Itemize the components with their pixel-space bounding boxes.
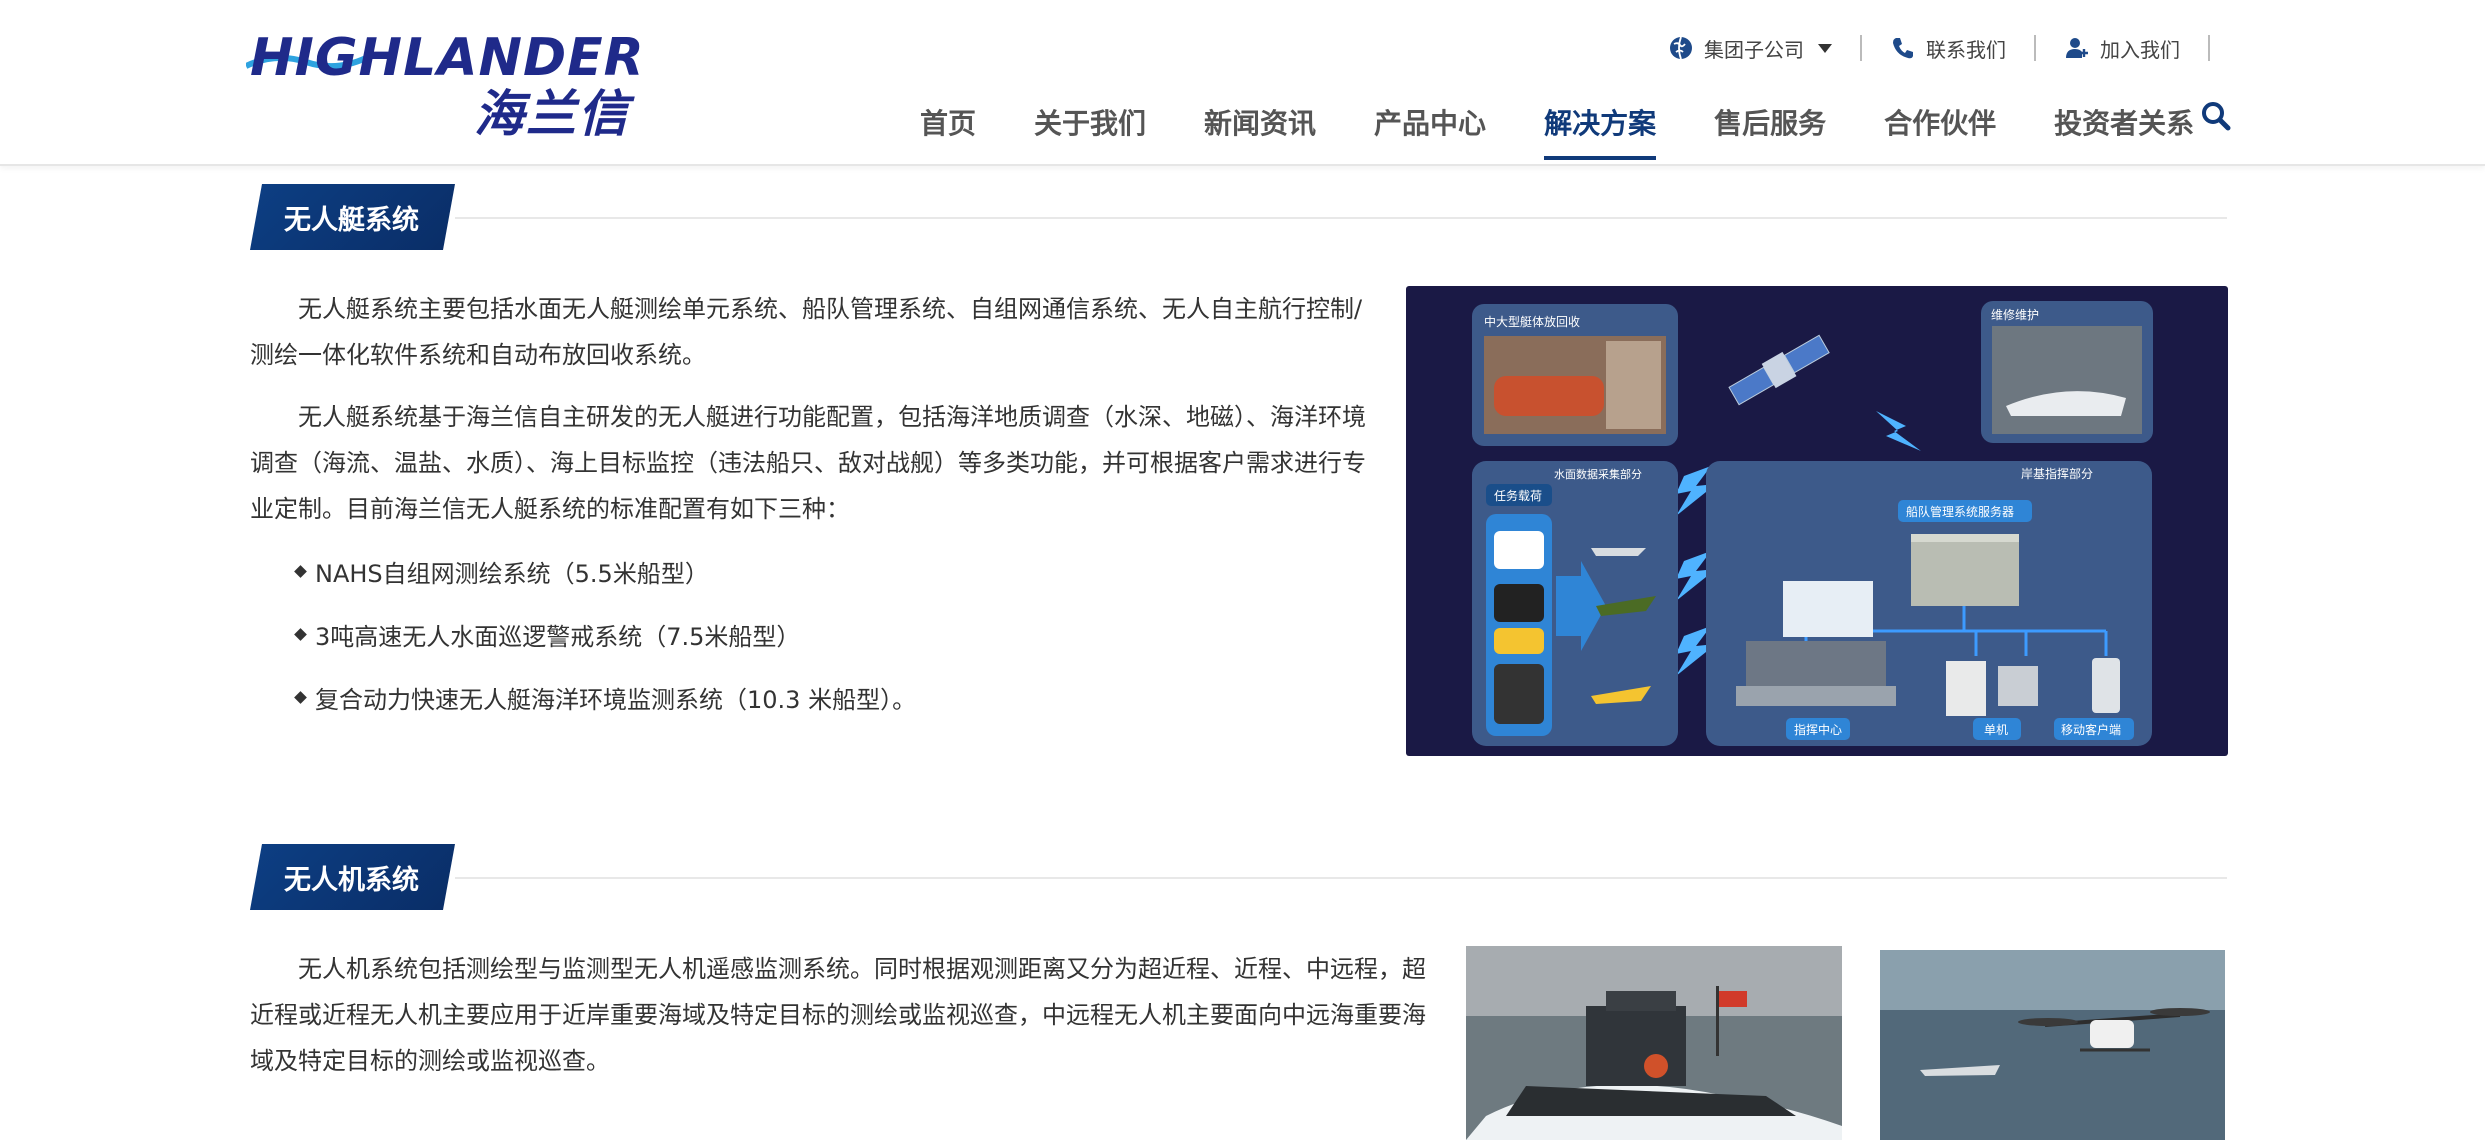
diagram-graphic: 中大型艇体放回收 维修维护 水面数据采集部分 任务载荷 岸基指挥部分 船队管理系… (1472, 301, 2153, 746)
nav-item-partners[interactable]: 合作伙伴 (1884, 104, 1996, 160)
group-subsidiary-menu[interactable]: 集团子公司 (1640, 34, 1860, 63)
uav-photo (1880, 950, 2225, 1140)
site-header: HIGHLANDER 海兰信 集团子公司 联系我们 加入我们 首页 关于我们 新… (0, 0, 2485, 166)
satellite-icon (1728, 334, 1830, 406)
join-us-label: 加入我们 (2100, 37, 2180, 62)
section-title: 无人机系统 (284, 865, 419, 896)
text-line: 无人艇系统主要包括水面无人艇测绘单元系统、船队管理系统、自组网通信系统、无人自主… (298, 295, 1363, 323)
list-item: 复合动力快速无人艇海洋环境监测系统（10.3 米船型）。 (294, 680, 917, 715)
list-item: 3吨高速无人水面巡逻警戒系统（7.5米船型） (294, 617, 801, 652)
text-line: 调查（海流、温盐、水质）、海上目标监控（违法船只、敌对战舰）等多类功能，并可根据… (250, 449, 1366, 477)
section-tab: 无人艇系统 (250, 184, 455, 250)
list-item-text: 复合动力快速无人艇海洋环境监测系统（10.3 米船型）。 (315, 686, 917, 714)
section-divider (455, 877, 2227, 879)
group-subsidiary-label: 集团子公司 (1704, 37, 1804, 62)
diagram-label-maintenance: 维修维护 (1991, 307, 2039, 322)
contact-us-link[interactable]: 联系我们 (1862, 34, 2034, 63)
main-nav: 首页 关于我们 新闻资讯 产品中心 解决方案 售后服务 合作伙伴 投资者关系 (920, 104, 2252, 160)
text-line: 业定制。目前海兰信无人艇系统的标准配置有如下三种： (250, 495, 850, 523)
top-utility-bar: 集团子公司 联系我们 加入我们 (1640, 30, 2210, 66)
section-divider (455, 217, 2227, 219)
nav-item-service[interactable]: 售后服务 (1714, 104, 1826, 160)
bullet-icon (294, 628, 307, 641)
section-title: 无人艇系统 (284, 205, 419, 236)
diagram-label-water: 水面数据采集部分 (1554, 467, 1642, 481)
caret-down-icon (1818, 43, 1832, 53)
add-user-icon (2066, 38, 2088, 58)
diagram-label-single: 单机 (1984, 723, 2008, 737)
brand-name-cn: 海兰信 (474, 85, 630, 143)
text-line: 无人艇系统基于海兰信自主研发的无人艇进行功能配置，包括海洋地质调查（水深、地磁）… (298, 403, 1366, 431)
usv-config-paragraph: 无人艇系统基于海兰信自主研发的无人艇进行功能配置，包括海洋地质调查（水深、地磁）… (250, 394, 1366, 532)
usv-intro-paragraph: 无人艇系统主要包括水面无人艇测绘单元系统、船队管理系统、自组网通信系统、无人自主… (250, 286, 1362, 378)
usv-system-diagram: 中大型艇体放回收 维修维护 水面数据采集部分 任务载荷 岸基指挥部分 船队管理系… (1406, 286, 2228, 756)
usv-boat-image (1466, 946, 1842, 1140)
uav-intro-paragraph: 无人机系统包括测绘型与监测型无人机遥感监测系统。同时根据观测距离又分为超近程、近… (250, 946, 1426, 1084)
diagram-label-command: 指挥中心 (1794, 722, 1842, 737)
usv-photo (1466, 946, 1842, 1140)
diagram-label-server: 船队管理系统服务器 (1906, 504, 2014, 519)
nav-item-products[interactable]: 产品中心 (1374, 104, 1486, 160)
bullet-icon (294, 565, 307, 578)
uav-drone-image (1880, 950, 2225, 1140)
nav-item-home[interactable]: 首页 (920, 104, 976, 160)
nav-item-about[interactable]: 关于我们 (1034, 104, 1146, 160)
nav-item-investors[interactable]: 投资者关系 (2054, 104, 2194, 160)
diagram-label-mobile: 移动客户端 (2061, 722, 2121, 737)
contact-us-label: 联系我们 (1926, 37, 2006, 62)
text-line: 测绘一体化软件系统和自动布放回收系统。 (250, 341, 706, 369)
list-item: NAHS自组网测绘系统（5.5米船型） (294, 554, 709, 589)
globe-icon (1670, 36, 1692, 60)
divider (2208, 35, 2210, 61)
diagram-label-recovery: 中大型艇体放回收 (1484, 314, 1580, 329)
search-icon[interactable] (2200, 100, 2232, 132)
section-tab: 无人机系统 (250, 844, 455, 910)
diagram-label-payload: 任务载荷 (1494, 488, 1542, 503)
text-line: 近程或近程无人机主要应用于近岸重要海域及特定目标的测绘或监视巡查，中远程无人机主… (250, 1001, 1426, 1029)
text-line: 无人机系统包括测绘型与监测型无人机遥感监测系统。同时根据观测距离又分为超近程、近… (298, 955, 1426, 983)
list-item-text: NAHS自组网测绘系统（5.5米船型） (315, 560, 709, 588)
join-us-link[interactable]: 加入我们 (2036, 34, 2208, 63)
nav-item-news[interactable]: 新闻资讯 (1204, 104, 1316, 160)
diagram-label-shore: 岸基指挥部分 (2021, 466, 2093, 481)
text-line: 域及特定目标的测绘或监视巡查。 (250, 1047, 610, 1075)
list-item-text: 3吨高速无人水面巡逻警戒系统（7.5米船型） (315, 623, 801, 651)
brand-logo[interactable]: HIGHLANDER 海兰信 (246, 28, 670, 143)
phone-icon (1893, 38, 1913, 59)
nav-item-solutions[interactable]: 解决方案 (1544, 104, 1657, 160)
bullet-icon (294, 691, 307, 704)
